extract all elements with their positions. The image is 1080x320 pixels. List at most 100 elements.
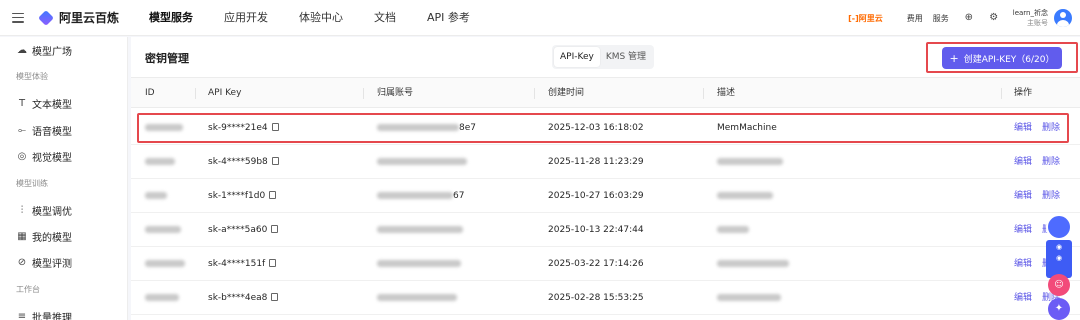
created-time: 2025-10-27 16:03:29: [548, 191, 644, 201]
sidebar-item-model-square[interactable]: ☁ 模型广场: [16, 43, 72, 58]
column-divider: [363, 88, 364, 99]
description: [717, 247, 789, 281]
table-row: sk-1****f1d0 67 2025-10-27 16:03:29 编辑 删…: [131, 179, 1080, 213]
brand-name: 阿里云百炼: [59, 11, 120, 25]
aliyun-logo[interactable]: [-]阿里云: [848, 13, 883, 24]
create-api-key-button[interactable]: + 创建API-KEY（6/20）: [942, 47, 1062, 69]
delete-link[interactable]: 删除: [1042, 179, 1060, 213]
column-header-id: ID: [145, 88, 155, 98]
key-management-panel: 密钥管理 API-Key KMS 管理 + 创建API-KEY（6/20） ID…: [131, 37, 1080, 320]
sidebar-item-my-models[interactable]: ▦ 我的模型: [16, 229, 72, 244]
copy-icon[interactable]: [269, 258, 277, 267]
row-highlight: [137, 113, 1069, 143]
column-divider: [195, 88, 196, 99]
nav-app-dev[interactable]: 应用开发: [224, 0, 268, 36]
column-header-actions: 操作: [1014, 88, 1033, 98]
sidebar-item-evaluation[interactable]: ⊘ 模型评测: [16, 255, 72, 270]
api-key-value: sk-b****4ea8: [208, 293, 268, 303]
table-row: sk-a****5a60 2025-10-13 22:47:44 编辑 删除: [131, 213, 1080, 247]
edit-link[interactable]: 编辑: [1014, 247, 1032, 281]
description: [717, 281, 781, 315]
sidebar-item-label: 模型调优: [32, 207, 72, 218]
floating-assistant[interactable]: ◉ ◉ ☺ ✦: [1046, 214, 1074, 320]
compass-icon: ⊘: [17, 257, 27, 268]
edit-link[interactable]: 编辑: [1014, 213, 1032, 247]
sidebar-item-voice-model[interactable]: ⟜ 语音模型: [16, 123, 72, 138]
sidebar-item-text-model[interactable]: T 文本模型: [16, 96, 72, 111]
logo[interactable]: 阿里云百炼: [38, 9, 120, 26]
assistant-avatar-icon[interactable]: [1046, 214, 1072, 240]
camera-icon: ◎: [17, 151, 27, 162]
user-name: learn_祈念: [1012, 9, 1048, 17]
avatar[interactable]: [1054, 9, 1072, 27]
description: [717, 145, 783, 179]
column-header-api-key: API Key: [208, 88, 242, 98]
key-type-tabs: API-Key KMS 管理: [552, 45, 655, 69]
description: [717, 213, 749, 247]
account-cell: [377, 247, 461, 281]
table-row: sk-4****59b8 2025-11-28 11:23:29 编辑 删除: [131, 145, 1080, 179]
top-bar: 阿里云百炼 模型服务 应用开发 体验中心 文档 API 参考 [-]阿里云 费用…: [0, 0, 1080, 36]
user-role: 主账号: [1027, 19, 1048, 27]
text-icon: T: [18, 98, 26, 109]
nav-api-ref[interactable]: API 参考: [427, 0, 470, 36]
api-key-cell: sk-1****f1d0: [208, 179, 277, 213]
api-key-cell: sk-b****4ea8: [208, 281, 279, 315]
redacted-id: [145, 179, 167, 213]
created-time: 2025-10-13 22:47:44: [548, 225, 644, 235]
account-cell: [377, 213, 463, 247]
sidebar-item-fine-tune[interactable]: ⫶ 模型调优: [16, 203, 72, 218]
api-key-cell: sk-4****59b8: [208, 145, 279, 179]
spark-icon[interactable]: ✦: [1048, 298, 1070, 320]
column-divider: [534, 88, 535, 99]
sidebar-item-label: 文本模型: [32, 100, 72, 111]
service-link[interactable]: 服务: [933, 13, 949, 24]
copy-icon[interactable]: [271, 156, 279, 165]
sidebar-item-batch-inference[interactable]: ≡ 批量推理: [16, 309, 72, 320]
account-cell: 67: [377, 179, 464, 213]
delete-link[interactable]: 删除: [1042, 145, 1060, 179]
column-header-created: 创建时间: [548, 88, 585, 98]
menu-icon[interactable]: [12, 12, 24, 23]
column-header-account: 归属账号: [377, 88, 414, 98]
created-time: 2025-11-28 11:23:29: [548, 157, 644, 167]
copy-icon[interactable]: [271, 292, 279, 301]
sidebar: ☁ 模型广场 模型体验 T 文本模型 ⟜ 语音模型 ◎ 视觉模型 模型训练 ⫶ …: [0, 37, 128, 320]
user-info[interactable]: learn_祈念 主账号: [1013, 8, 1048, 28]
tab-kms[interactable]: KMS 管理: [600, 47, 652, 67]
assistant-panel-icon[interactable]: ◉ ◉: [1046, 240, 1072, 278]
sliders-icon: ⫶: [20, 205, 24, 216]
tab-api-key[interactable]: API-Key: [554, 47, 600, 67]
sidebar-item-label: 视觉模型: [32, 153, 72, 164]
copy-icon[interactable]: [269, 190, 277, 199]
sidebar-item-vision-model[interactable]: ◎ 视觉模型: [16, 149, 72, 164]
nav-experience[interactable]: 体验中心: [299, 0, 343, 36]
description: [717, 179, 773, 213]
column-divider: [703, 88, 704, 99]
billing-link[interactable]: 费用: [907, 13, 923, 24]
nav-docs[interactable]: 文档: [374, 0, 396, 36]
created-time: 2025-03-22 17:14:26: [548, 259, 644, 269]
edit-link[interactable]: 编辑: [1014, 281, 1032, 315]
sidebar-item-label: 我的模型: [32, 233, 72, 244]
copy-icon[interactable]: [271, 224, 279, 233]
account-cell: [377, 145, 467, 179]
nav-model-service[interactable]: 模型服务: [149, 0, 193, 36]
table-row: sk-b****4ea8 2025-02-28 15:53:25 编辑 删除: [131, 281, 1080, 315]
sidebar-item-label: 模型广场: [32, 47, 72, 58]
feedback-icon[interactable]: ☺: [1048, 274, 1070, 296]
plus-icon: +: [949, 51, 959, 65]
edit-link[interactable]: 编辑: [1014, 145, 1032, 179]
api-key-value: sk-a****5a60: [208, 225, 268, 235]
redacted-id: [145, 213, 181, 247]
edit-link[interactable]: 编辑: [1014, 179, 1032, 213]
model-square-icon: ☁: [17, 45, 27, 56]
sidebar-item-label: 批量推理: [32, 313, 72, 320]
account-suffix: 67: [453, 191, 465, 201]
redacted-id: [145, 145, 175, 179]
gear-icon[interactable]: ⚙: [988, 12, 1000, 24]
api-key-value: sk-4****151f: [208, 259, 266, 269]
section-workbench: 工作台: [16, 285, 40, 294]
sidebar-item-label: 语音模型: [32, 127, 72, 138]
globe-icon[interactable]: ⊕: [963, 12, 975, 24]
